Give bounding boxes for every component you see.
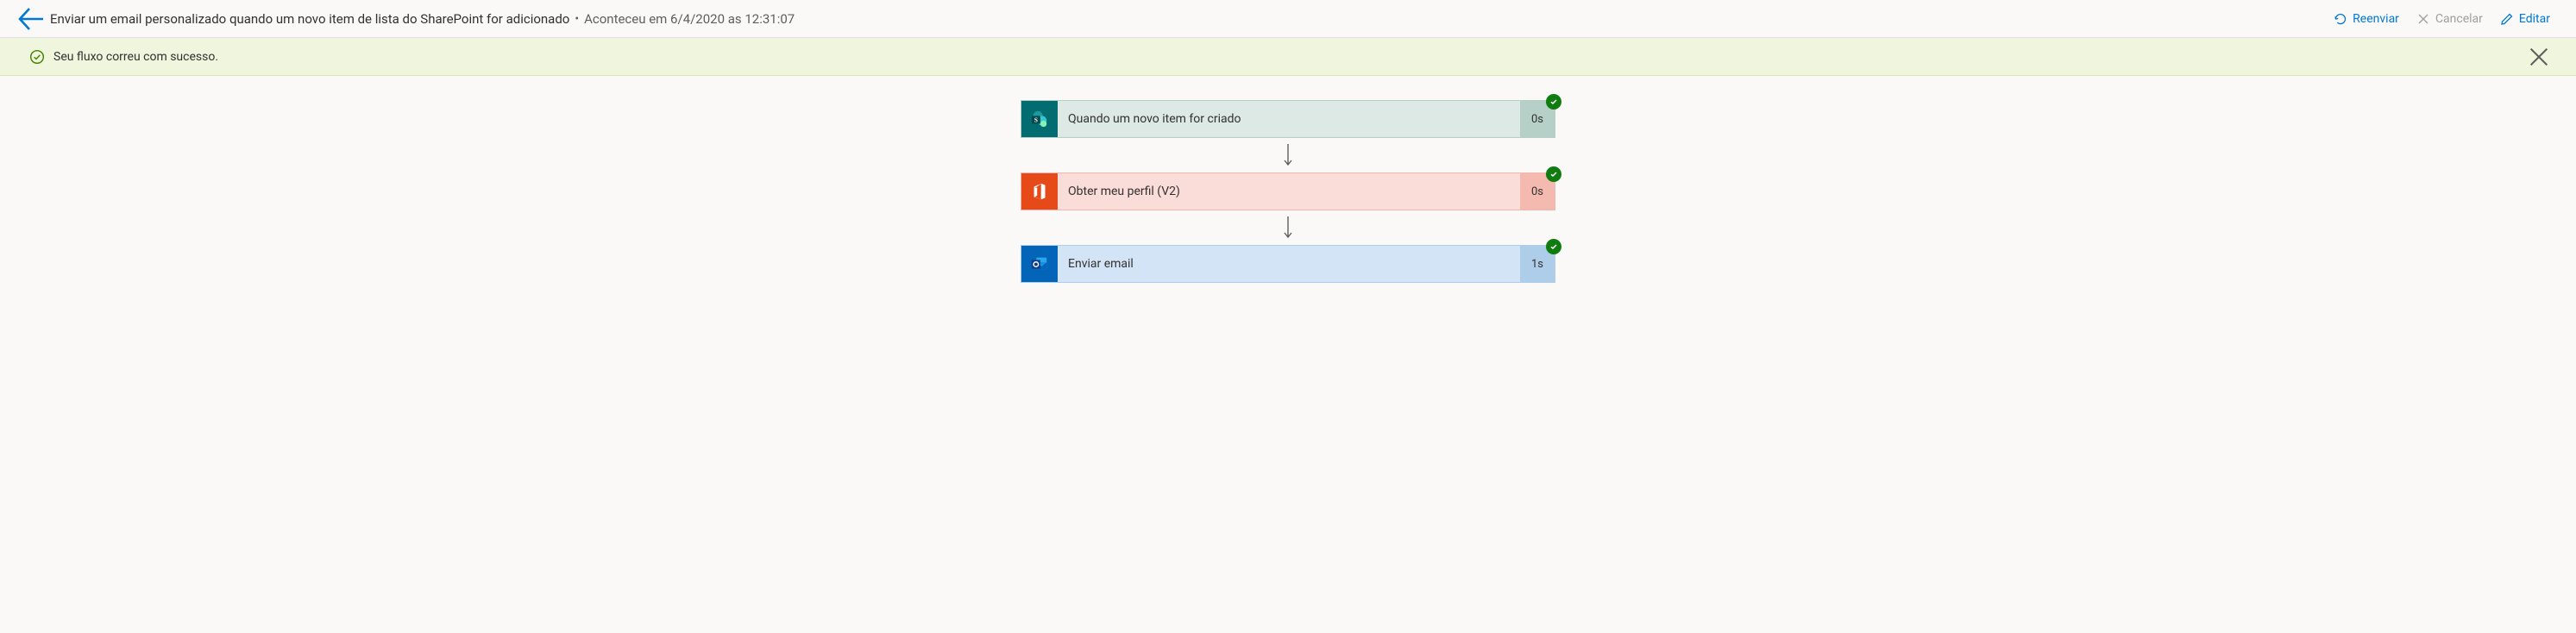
connector-arrow-icon [1281, 138, 1295, 172]
office-icon [1021, 173, 1058, 210]
flow-step-profile[interactable]: Obter meu perfil (V2) 0s [1021, 172, 1555, 210]
refresh-icon [2334, 12, 2347, 26]
separator-dot: • [575, 12, 579, 26]
sharepoint-icon: S [1021, 101, 1058, 137]
banner-message: Seu fluxo correu com sucesso. [53, 50, 2526, 64]
outlook-icon [1021, 246, 1058, 282]
success-badge-icon [1546, 166, 1561, 182]
flow-title: Enviar um email personalizado quando um … [50, 11, 569, 27]
run-timestamp: Aconteceu em 6/4/2020 as 12:31:07 [584, 11, 795, 27]
step-label: Quando um novo item for criado [1058, 101, 1520, 137]
header-bar: Enviar um email personalizado quando um … [0, 0, 2576, 38]
edit-label: Editar [2519, 12, 2550, 26]
cancel-label: Cancelar [2435, 12, 2483, 26]
edit-button[interactable]: Editar [2491, 5, 2559, 33]
step-label: Enviar email [1058, 246, 1520, 282]
back-button[interactable] [17, 5, 45, 33]
svg-text:S: S [1034, 116, 1038, 124]
resend-button[interactable]: Reenviar [2325, 5, 2408, 33]
pencil-icon [2500, 12, 2514, 26]
flow-step-trigger[interactable]: S Quando um novo item for criado 0s [1021, 100, 1555, 138]
cancel-button: Cancelar [2408, 5, 2491, 33]
close-icon [2416, 12, 2430, 26]
flow-canvas: S Quando um novo item for criado 0s Obte… [0, 76, 2576, 317]
arrow-left-icon [17, 5, 45, 33]
success-banner: Seu fluxo correu com sucesso. [0, 38, 2576, 76]
banner-close-button[interactable] [2526, 44, 2552, 70]
resend-label: Reenviar [2353, 12, 2399, 26]
success-badge-icon [1546, 239, 1561, 254]
check-circle-icon [29, 49, 45, 65]
success-badge-icon [1546, 94, 1561, 110]
close-icon [2526, 44, 2552, 70]
connector-arrow-icon [1281, 210, 1295, 245]
step-label: Obter meu perfil (V2) [1058, 173, 1520, 210]
flow-step-send-email[interactable]: Enviar email 1s [1021, 245, 1555, 283]
